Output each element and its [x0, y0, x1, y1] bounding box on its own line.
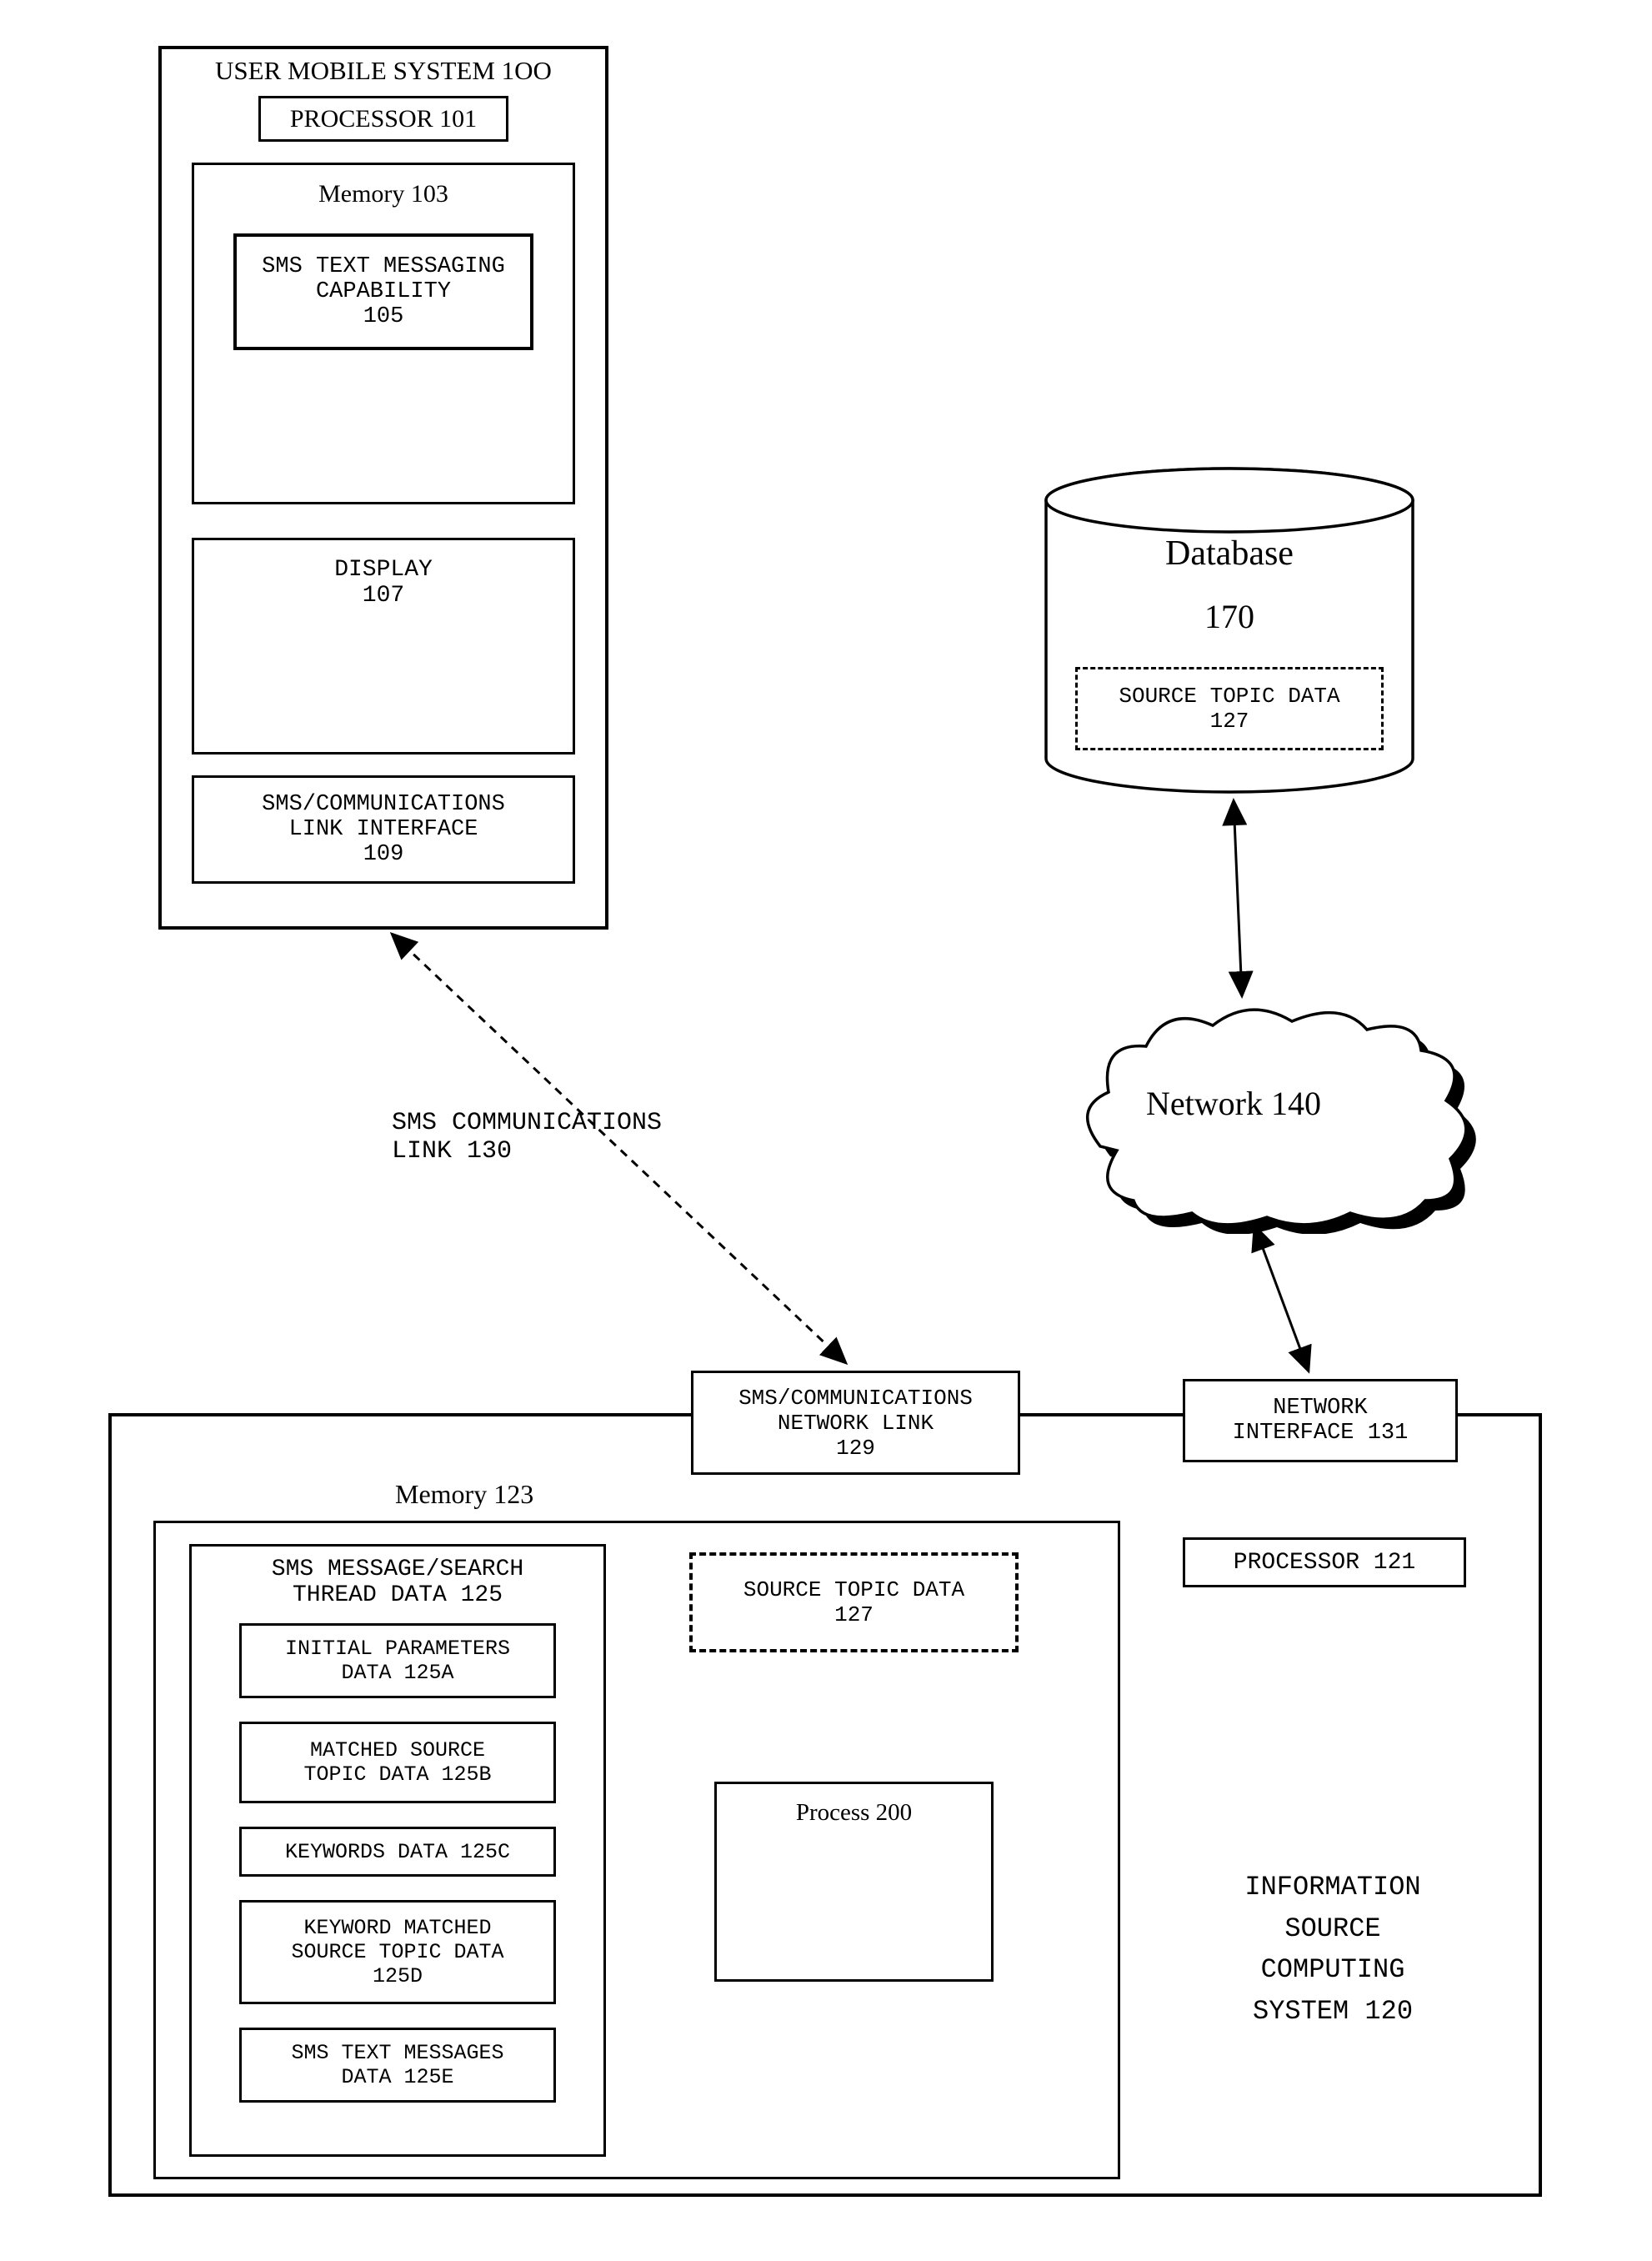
- matched-line1: MATCHED SOURCE: [310, 1738, 485, 1762]
- thread-line2: THREAD DATA 125: [293, 1582, 503, 1608]
- thread-line1: SMS MESSAGE/SEARCH: [272, 1557, 523, 1582]
- sms-text-messages-data: SMS TEXT MESSAGES DATA 125E: [239, 2028, 556, 2103]
- sms-text-messaging-capability: SMS TEXT MESSAGING CAPABILITY 105: [233, 233, 533, 350]
- processor-label: PROCESSOR 101: [290, 105, 477, 133]
- info-source-computing-system: Memory 123 SMS MESSAGE/SEARCH THREAD DAT…: [108, 1413, 1542, 2197]
- keyword-matched-line1: KEYWORD MATCHED: [303, 1916, 491, 1940]
- network-cloud: Network 140: [1050, 984, 1467, 1217]
- sys-line1: INFORMATION: [1204, 1867, 1462, 1908]
- sms-cap-line3: 105: [363, 304, 404, 329]
- sms-link-interface-109: SMS/COMMUNICATIONS LINK INTERFACE 109: [192, 775, 575, 884]
- database-num: 170: [1042, 597, 1417, 636]
- link-line1: SMS/COMMUNICATIONS: [262, 792, 505, 817]
- sys-line4: SYSTEM 120: [1204, 1991, 1462, 2033]
- network-label: Network 140: [1146, 1084, 1321, 1123]
- link-line3: 109: [363, 842, 404, 867]
- memory-123-label: Memory 123: [395, 1479, 533, 1510]
- matched-line2: TOPIC DATA 125B: [303, 1762, 491, 1787]
- keyword-matched-line2: SOURCE TOPIC DATA: [291, 1940, 503, 1964]
- process-label: Process 200: [796, 1799, 912, 1827]
- user-mobile-system: USER MOBILE SYSTEM 1OO PROCESSOR 101 Mem…: [158, 46, 608, 930]
- source-topic-line2: 127: [834, 1602, 874, 1627]
- display-line1: DISPLAY: [334, 557, 433, 583]
- display-line2: 107: [363, 583, 404, 609]
- sms-text-line1: SMS TEXT MESSAGES: [291, 2041, 503, 2065]
- process-200: Process 200: [714, 1782, 994, 1982]
- database-170: Database 170 SOURCE TOPIC DATA 127: [1042, 467, 1417, 800]
- sms-net-line1: SMS/COMMUNICATIONS: [738, 1386, 973, 1411]
- keyword-matched-line3: 125D: [373, 1964, 423, 1988]
- keywords-data: KEYWORDS DATA 125C: [239, 1827, 556, 1877]
- init-params-line1: INITIAL PARAMETERS: [285, 1637, 510, 1661]
- sys-line2: SOURCE: [1204, 1908, 1462, 1950]
- sms-net-line2: NETWORK LINK: [778, 1411, 934, 1436]
- sms-cap-line2: CAPABILITY: [316, 279, 451, 304]
- net-if-line2: INTERFACE 131: [1233, 1421, 1409, 1446]
- sms-net-line3: 129: [836, 1436, 875, 1461]
- sys-line3: COMPUTING: [1204, 1949, 1462, 1991]
- sms-communications-network-link: SMS/COMMUNICATIONS NETWORK LINK 129: [691, 1371, 1020, 1475]
- sms-text-line2: DATA 125E: [341, 2065, 453, 2089]
- processor-121-label: PROCESSOR 121: [1234, 1550, 1415, 1576]
- memory-123: SMS MESSAGE/SEARCH THREAD DATA 125 INITI…: [153, 1521, 1120, 2179]
- system-label: INFORMATION SOURCE COMPUTING SYSTEM 120: [1204, 1867, 1462, 2032]
- source-topic-line1: SOURCE TOPIC DATA: [743, 1577, 964, 1602]
- mobile-system-title: USER MOBILE SYSTEM 1OO: [215, 56, 552, 86]
- initial-parameters-data: INITIAL PARAMETERS DATA 125A: [239, 1623, 556, 1698]
- sms-message-search-thread: SMS MESSAGE/SEARCH THREAD DATA 125 INITI…: [189, 1544, 606, 2157]
- db-source-topic-line2: 127: [1210, 709, 1249, 734]
- sms-communications-link-label: SMS COMMUNICATIONS LINK 130: [392, 1109, 662, 1166]
- init-params-line2: DATA 125A: [341, 1661, 453, 1685]
- database-title: Database: [1042, 534, 1417, 574]
- keywords-data-label: KEYWORDS DATA 125C: [285, 1840, 510, 1864]
- network-interface-131: NETWORK INTERFACE 131: [1183, 1379, 1458, 1462]
- link-line2: LINK INTERFACE: [289, 817, 478, 842]
- source-topic-data-127: SOURCE TOPIC DATA 127: [689, 1552, 1019, 1652]
- db-source-topic-line1: SOURCE TOPIC DATA: [1119, 684, 1339, 709]
- keyword-matched-source-topic-data: KEYWORD MATCHED SOURCE TOPIC DATA 125D: [239, 1900, 556, 2004]
- source-topic-data-127-db: SOURCE TOPIC DATA 127: [1075, 667, 1384, 750]
- net-if-line1: NETWORK: [1273, 1396, 1367, 1421]
- processor-121: PROCESSOR 121: [1183, 1537, 1466, 1587]
- memory-103-label: Memory 103: [318, 180, 448, 208]
- matched-source-topic-data: MATCHED SOURCE TOPIC DATA 125B: [239, 1722, 556, 1803]
- sms-link-line1: SMS COMMUNICATIONS: [392, 1109, 662, 1137]
- memory-103: Memory 103 SMS TEXT MESSAGING CAPABILITY…: [192, 163, 575, 504]
- processor-101: PROCESSOR 101: [258, 96, 508, 142]
- sms-cap-line1: SMS TEXT MESSAGING: [262, 254, 505, 279]
- display-107: DISPLAY 107: [192, 538, 575, 755]
- sms-link-line2: LINK 130: [392, 1137, 662, 1166]
